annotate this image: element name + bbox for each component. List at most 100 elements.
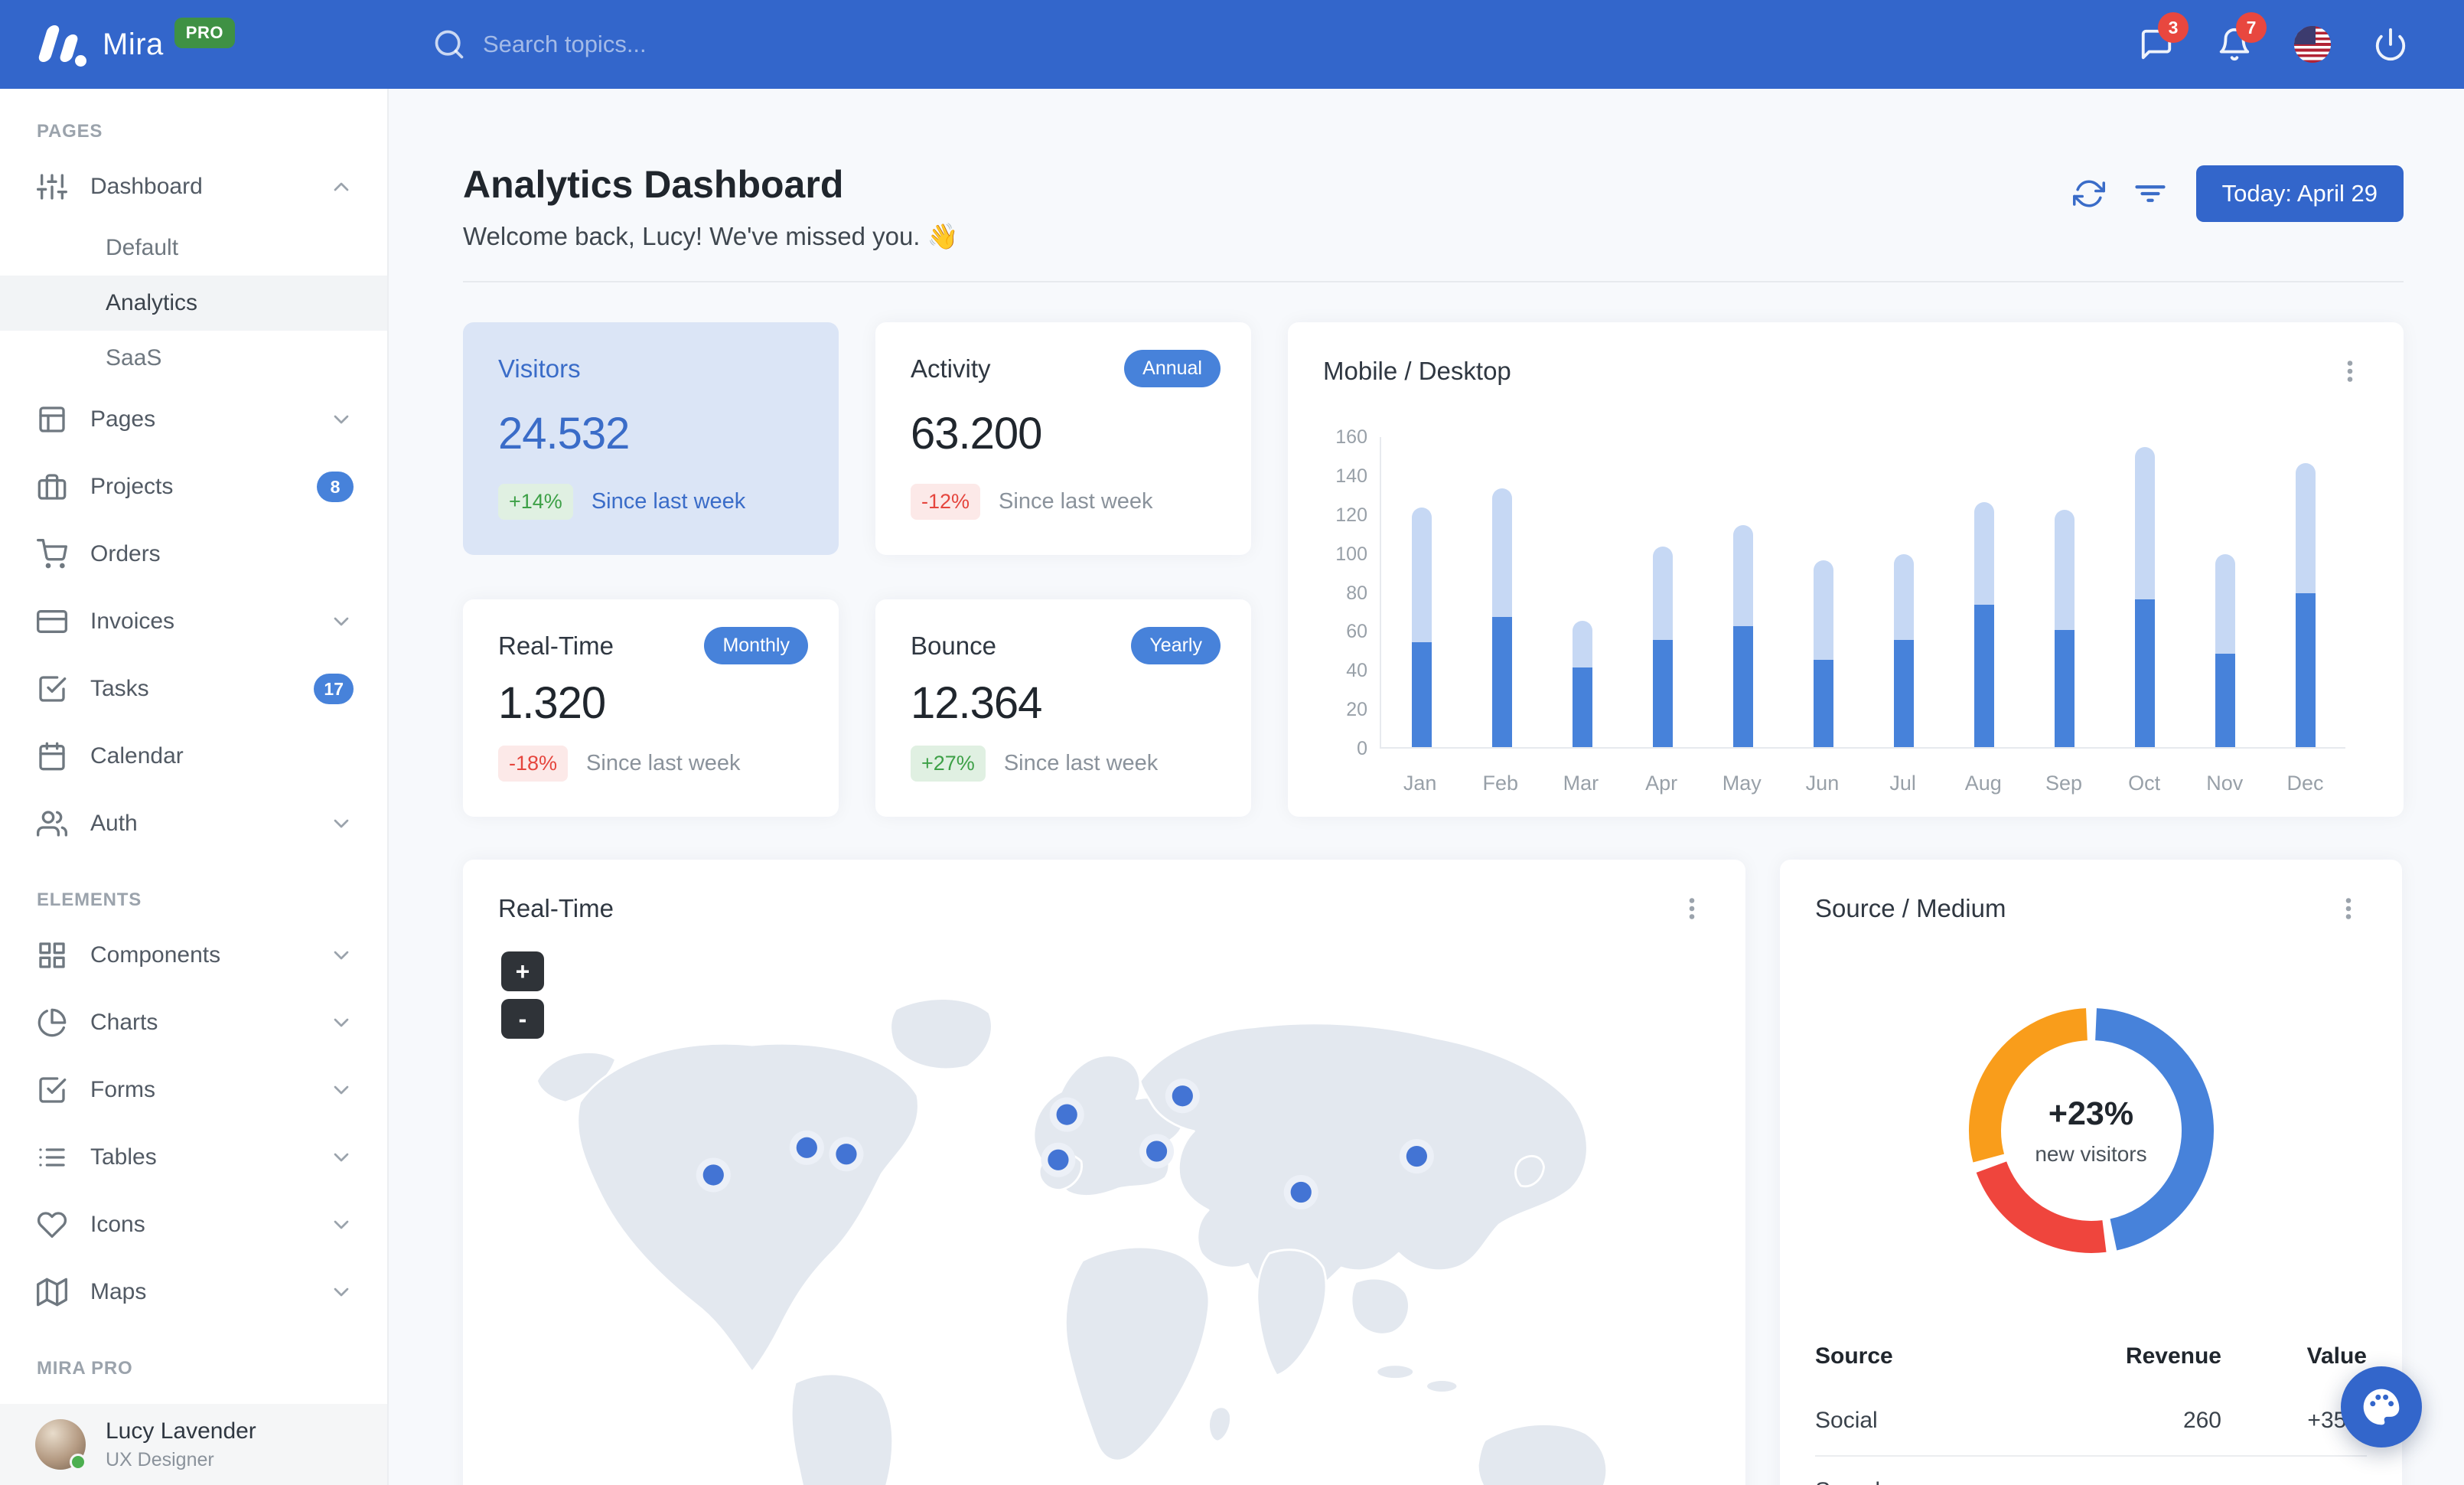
stat-period-badge: Monthly bbox=[704, 627, 808, 664]
chart-card-title: Mobile / Desktop bbox=[1323, 357, 1511, 385]
map-marker[interactable] bbox=[1041, 1142, 1076, 1177]
sidebar-item-label: Charts bbox=[90, 1010, 158, 1035]
sidebar-item-calendar[interactable]: Calendar bbox=[0, 723, 387, 790]
stat-card-footer: -12% Since last week bbox=[911, 484, 1216, 520]
notifications-button[interactable]: 7 bbox=[2198, 8, 2271, 81]
map-marker[interactable] bbox=[1049, 1097, 1084, 1132]
delta-chip: -18% bbox=[498, 746, 569, 782]
chevron-down-icon bbox=[334, 1153, 349, 1162]
count-badge: 8 bbox=[317, 472, 354, 502]
sidebar-item-forms[interactable]: Forms bbox=[0, 1056, 387, 1124]
source-cell: Social bbox=[1815, 1408, 1878, 1433]
delta-chip: +27% bbox=[911, 746, 986, 782]
value-cell: -12% bbox=[2221, 1455, 2367, 1485]
calendar-icon bbox=[39, 742, 65, 771]
x-axis-tick-label: Jun bbox=[1805, 772, 1840, 795]
desktop-bar-segment bbox=[1491, 488, 1512, 617]
sidebar-item-auth[interactable]: Auth bbox=[0, 790, 387, 857]
stat-card-footer: +27% Since last week bbox=[911, 746, 1216, 782]
mobile-bar-segment bbox=[1973, 605, 1994, 747]
sidebar-item-orders[interactable]: Orders bbox=[0, 521, 387, 588]
sidebar-item-label: Tables bbox=[90, 1144, 157, 1170]
desktop-bar-segment bbox=[1732, 525, 1753, 627]
sidebar-item-icons[interactable]: Icons bbox=[0, 1191, 387, 1258]
search-input[interactable] bbox=[483, 31, 911, 58]
refresh-button[interactable] bbox=[2061, 166, 2117, 221]
user-role: UX Designer bbox=[106, 1448, 214, 1470]
sidebar-item-label: Projects bbox=[90, 474, 174, 499]
sign-out-button[interactable] bbox=[2354, 8, 2427, 81]
map-marker[interactable] bbox=[829, 1137, 864, 1172]
map-marker[interactable] bbox=[696, 1157, 731, 1193]
chevron-down-icon bbox=[334, 415, 349, 424]
map-marker[interactable] bbox=[1139, 1134, 1175, 1169]
map-card-menu-button[interactable] bbox=[1674, 890, 1710, 927]
stats-grid: Visitors 24.532 +14% Since last week Activit… bbox=[463, 322, 1251, 817]
map-marker[interactable] bbox=[1165, 1079, 1200, 1114]
sidebar-item-pages[interactable]: Pages bbox=[0, 386, 387, 453]
sidebar-item-components[interactable]: Components bbox=[0, 922, 387, 989]
x-axis-tick-label: Apr bbox=[1645, 772, 1678, 795]
stat-period-badge: Yearly bbox=[1131, 627, 1221, 664]
app-root: Mira PRO 3 7 PAGESDashboardDefaul bbox=[0, 0, 2464, 1485]
users-icon bbox=[37, 811, 67, 837]
chart-card-menu-button[interactable] bbox=[2332, 353, 2368, 390]
language-button[interactable] bbox=[2276, 8, 2349, 81]
brand[interactable]: Mira PRO bbox=[37, 18, 389, 69]
y-axis-tick-label: 120 bbox=[1335, 504, 1367, 526]
sidebar-item-charts[interactable]: Charts bbox=[0, 989, 387, 1056]
y-axis-tick-label: 80 bbox=[1346, 582, 1367, 604]
chevron-down-icon bbox=[334, 951, 349, 960]
sidebar-item-dashboard[interactable]: Dashboard bbox=[0, 153, 387, 220]
mobile-bar-segment bbox=[2054, 630, 2075, 747]
sidebar-item-label: Pages bbox=[90, 406, 156, 432]
map-marker[interactable] bbox=[789, 1130, 824, 1165]
x-axis-tick-label: Jul bbox=[1889, 772, 1916, 795]
chevron-down-icon bbox=[334, 1220, 349, 1229]
header-divider bbox=[463, 281, 2404, 282]
delta-chip: -12% bbox=[911, 484, 981, 520]
sidebar-subitem-saas[interactable]: SaaS bbox=[0, 331, 387, 386]
sidebar-subitem-default[interactable]: Default bbox=[0, 220, 387, 276]
bar-may bbox=[1703, 437, 1783, 747]
desktop-bar-segment bbox=[2215, 554, 2235, 654]
sidebar-item-label: Dashboard bbox=[90, 174, 203, 199]
power-icon bbox=[2375, 28, 2406, 61]
source-card-title: Source / Medium bbox=[1815, 894, 2006, 922]
map-marker[interactable] bbox=[1399, 1139, 1434, 1174]
top-navbar: Mira PRO 3 7 bbox=[0, 0, 2464, 89]
desktop-bar-segment bbox=[2054, 509, 2075, 631]
desktop-bar-segment bbox=[1813, 560, 1833, 660]
bar-feb bbox=[1462, 437, 1542, 747]
sidebar-item-tables[interactable]: Tables bbox=[0, 1124, 387, 1191]
zoom-out-button[interactable]: - bbox=[501, 999, 544, 1039]
x-axis-tick-label: May bbox=[1722, 772, 1762, 795]
world-map[interactable]: + - bbox=[494, 951, 1715, 1485]
stat-card-value: 63.200 bbox=[911, 409, 1042, 459]
sidebar-item-invoices[interactable]: Invoices bbox=[0, 588, 387, 655]
sidebar-item-projects[interactable]: Projects 8 bbox=[0, 453, 387, 521]
today-button[interactable]: Today: April 29 bbox=[2195, 165, 2404, 222]
source-card-menu-button[interactable] bbox=[2330, 890, 2367, 927]
sidebar-item-tasks[interactable]: Tasks 17 bbox=[0, 655, 387, 723]
page-header: Analytics Dashboard Welcome back, Lucy! … bbox=[463, 162, 2404, 252]
pro-badge: PRO bbox=[174, 18, 235, 48]
stat-card-bounce: Bounce Yearly 12.364 +27% Since last week bbox=[875, 599, 1251, 817]
theme-settings-fab[interactable] bbox=[2341, 1366, 2422, 1447]
table-header-source: Source bbox=[1815, 1343, 1893, 1369]
chevron-up-icon bbox=[334, 182, 349, 191]
mobile-bar-segment bbox=[1491, 616, 1512, 747]
y-axis-tick-label: 140 bbox=[1335, 465, 1367, 487]
refresh-icon bbox=[2072, 180, 2105, 207]
sidebar-item-maps[interactable]: Maps bbox=[0, 1258, 387, 1326]
stat-card-value: 24.532 bbox=[498, 409, 630, 459]
map-marker[interactable] bbox=[1283, 1174, 1318, 1210]
sidebar-user[interactable]: Lucy Lavender UX Designer bbox=[0, 1404, 387, 1485]
filter-button[interactable] bbox=[2123, 166, 2178, 221]
zoom-in-button[interactable]: + bbox=[501, 951, 544, 991]
y-axis-tick-label: 100 bbox=[1335, 543, 1367, 565]
filter-icon bbox=[2135, 185, 2166, 202]
messages-button[interactable]: 3 bbox=[2120, 8, 2193, 81]
mobile-bar-segment bbox=[2295, 593, 2316, 747]
sidebar-subitem-analytics[interactable]: Analytics bbox=[0, 276, 387, 331]
